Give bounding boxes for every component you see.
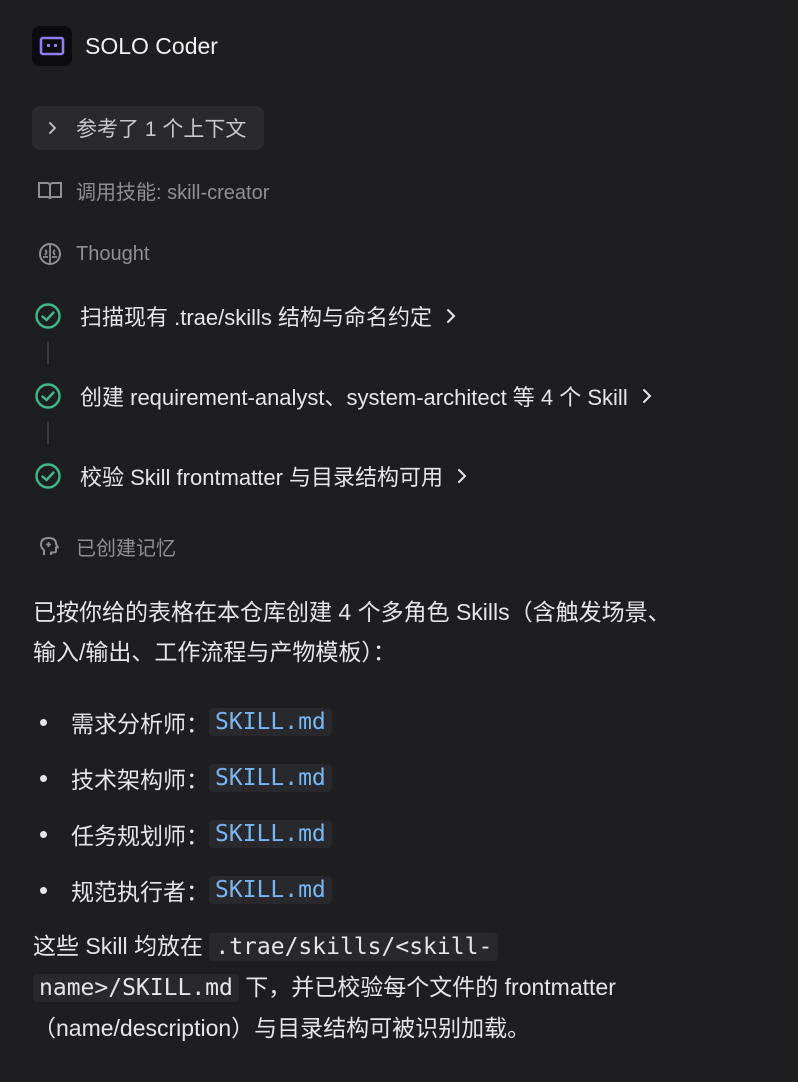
skill-file-list: 需求分析师： SKILL.md 技术架构师： SKILL.md 任务规划师： S… [40, 694, 332, 918]
memory-label: 已创建记忆 [76, 538, 176, 560]
role-label: 技术架构师： [71, 767, 209, 793]
memory-icon [36, 533, 64, 561]
bullet-dot [40, 886, 47, 894]
file-link[interactable]: SKILL.md [209, 708, 332, 736]
chat-header: SOLO Coder [32, 26, 218, 66]
file-link[interactable]: SKILL.md [209, 876, 332, 904]
message-outro: 这些 Skill 均放在 .trae/skills/<skill- name>/… [33, 926, 773, 1048]
book-icon [36, 177, 64, 205]
step-label: 创建 requirement-analyst、system-architect … [80, 385, 628, 410]
step-connector [47, 342, 49, 364]
skill-call-row[interactable]: 调用技能: skill-creator [36, 176, 269, 205]
bullet-dot [40, 830, 47, 838]
context-label: 参考了 1 个上下文 [76, 118, 247, 141]
list-item: 任务规划师： SKILL.md [40, 806, 332, 862]
step-item[interactable]: 扫描现有 .trae/skills 结构与命名约定 [34, 300, 460, 332]
outro-prefix: 这些 Skill 均放在 [33, 933, 210, 959]
step-connector [47, 422, 49, 444]
list-item: 技术架构师： SKILL.md [40, 750, 332, 806]
intro-line: 输入/输出、工作流程与产物模板）： [33, 639, 396, 665]
message-intro: 已按你给的表格在本仓库创建 4 个多角色 Skills（含触发场景、 输入/输出… [33, 592, 773, 672]
brain-icon [36, 240, 64, 268]
intro-line: 已按你给的表格在本仓库创建 4 个多角色 Skills（含触发场景、 [33, 599, 671, 625]
thought-row[interactable]: Thought [36, 240, 149, 268]
check-circle-icon [34, 302, 62, 330]
bullet-dot [40, 718, 47, 726]
outro-line: （name/description）与目录结构可被识别加载。 [33, 1015, 531, 1041]
outro-mid: 下，并已校验每个文件的 frontmatter [238, 974, 616, 1000]
step-item[interactable]: 创建 requirement-analyst、system-architect … [34, 380, 656, 412]
bullet-dot [40, 774, 47, 782]
role-label: 需求分析师： [71, 711, 209, 737]
list-item: 需求分析师： SKILL.md [40, 694, 332, 750]
context-toggle-button[interactable]: 参考了 1 个上下文 [32, 106, 264, 150]
chevron-right-icon [446, 308, 460, 324]
skills-path-code: name>/SKILL.md [33, 974, 239, 1002]
agent-name: SOLO Coder [85, 32, 218, 59]
check-circle-icon [34, 462, 62, 490]
skill-call-label: 调用技能: skill-creator [76, 182, 270, 204]
chevron-right-icon [457, 468, 471, 484]
role-label: 规范执行者： [71, 879, 209, 905]
check-circle-icon [34, 382, 62, 410]
skills-path-code: .trae/skills/<skill- [209, 933, 499, 961]
step-label: 扫描现有 .trae/skills 结构与命名约定 [80, 305, 433, 330]
list-item: 规范执行者： SKILL.md [40, 862, 332, 918]
outro-line: name>/SKILL.md 下，并已校验每个文件的 frontmatter [33, 967, 773, 1008]
step-item[interactable]: 校验 Skill frontmatter 与目录结构可用 [34, 460, 471, 492]
memory-row[interactable]: 已创建记忆 [36, 532, 176, 561]
thought-label: Thought [76, 242, 150, 265]
file-link[interactable]: SKILL.md [209, 820, 332, 848]
step-label: 校验 Skill frontmatter 与目录结构可用 [80, 465, 444, 490]
outro-line: 这些 Skill 均放在 .trae/skills/<skill- [33, 926, 773, 967]
file-link[interactable]: SKILL.md [209, 764, 332, 792]
chevron-right-icon [642, 388, 656, 404]
chevron-right-icon [44, 121, 62, 135]
robot-face-icon [32, 26, 72, 66]
role-label: 任务规划师： [71, 823, 209, 849]
